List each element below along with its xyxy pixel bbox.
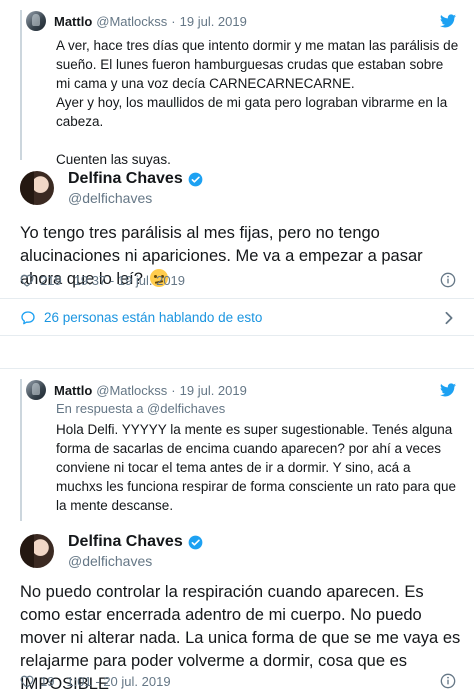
quote-thread-line <box>20 10 22 160</box>
author-name[interactable]: Delfina Chaves <box>68 533 183 551</box>
quoted-tweet-text: Hola Delfi. YYYYY la mente es super suge… <box>56 422 456 513</box>
tweet-author[interactable]: Delfina Chaves @delfichaves <box>20 166 203 210</box>
separator-dot: · <box>171 382 176 398</box>
quoted-author-handle[interactable]: @Matlockss <box>96 383 167 398</box>
quoted-tweet-header[interactable]: Mattlo @Matlockss · 19 jul. 2019 <box>26 379 247 401</box>
quoted-author-name[interactable]: Mattlo <box>54 14 92 29</box>
separator-dot: · <box>171 13 176 29</box>
quoted-tweet-text: A ver, hace tres días que intento dormir… <box>56 38 459 167</box>
verified-badge-icon <box>188 535 203 549</box>
chevron-right-icon[interactable] <box>444 311 454 325</box>
quoted-avatar[interactable] <box>26 11 46 31</box>
tweet-card-1: Mattlo @Matlockss · 19 jul. 2019 A ver, … <box>0 0 474 336</box>
quoted-avatar[interactable] <box>26 380 46 400</box>
verified-badge-icon <box>188 172 203 186</box>
quoted-author-name[interactable]: Mattlo <box>54 383 92 398</box>
tweet-meta: 19 1:01 - 20 jul. 2019 <box>20 672 171 690</box>
like-count[interactable]: 19 <box>40 674 54 689</box>
author-avatar[interactable] <box>20 534 54 568</box>
tweet-timestamp[interactable]: 1:01 - 20 jul. 2019 <box>66 674 170 689</box>
conversation-link[interactable]: 26 personas están hablando de esto <box>0 298 474 336</box>
quoted-date[interactable]: 19 jul. 2019 <box>180 383 247 398</box>
tweet-author[interactable]: Delfina Chaves @delfichaves <box>20 529 203 573</box>
reply-to-label[interactable]: En respuesta a @delfichaves <box>56 401 225 416</box>
conversation-label[interactable]: 26 personas están hablando de esto <box>44 310 262 325</box>
heart-icon[interactable] <box>20 274 34 287</box>
tweet-card-2: Mattlo @Matlockss · 19 jul. 2019 En resp… <box>0 368 474 693</box>
author-name[interactable]: Delfina Chaves <box>68 170 183 188</box>
quote-thread-line <box>20 379 22 521</box>
info-icon[interactable] <box>440 272 456 288</box>
quoted-date[interactable]: 19 jul. 2019 <box>180 14 247 29</box>
info-icon[interactable] <box>440 673 456 689</box>
twitter-bird-icon[interactable] <box>440 14 456 28</box>
card-separator <box>0 336 474 368</box>
chat-bubble-icon <box>21 310 35 324</box>
quoted-tweet-header[interactable]: Mattlo @Matlockss · 19 jul. 2019 <box>26 10 247 32</box>
heart-icon[interactable] <box>20 675 34 688</box>
author-handle[interactable]: @delfichaves <box>68 553 203 569</box>
like-count[interactable]: 219 <box>40 273 62 288</box>
tweet-timestamp[interactable]: 19:37 - 19 jul. 2019 <box>74 273 185 288</box>
tweet-meta: 219 19:37 - 19 jul. 2019 <box>20 271 185 289</box>
quoted-author-handle[interactable]: @Matlockss <box>96 14 167 29</box>
author-avatar[interactable] <box>20 171 54 205</box>
twitter-bird-icon[interactable] <box>440 383 456 397</box>
author-handle[interactable]: @delfichaves <box>68 190 203 206</box>
